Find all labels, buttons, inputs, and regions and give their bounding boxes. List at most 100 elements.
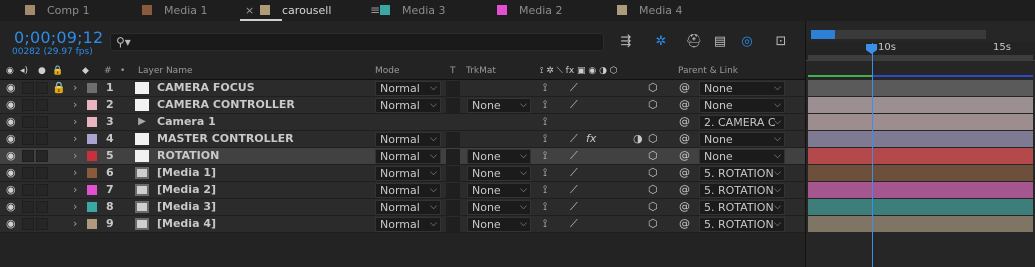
parent-pick-whip-icon[interactable]: @ — [679, 97, 690, 113]
parent-dropdown[interactable]: None ⌵ — [699, 149, 785, 164]
lock-toggle-icon[interactable]: 🔒 — [52, 80, 66, 96]
audio-toggle[interactable] — [22, 218, 34, 230]
quality-switch-icon[interactable]: ⟋ — [570, 80, 578, 96]
solo-toggle[interactable] — [36, 116, 48, 128]
track-matte-dropdown[interactable]: None ⌵ — [467, 98, 531, 113]
layer-name[interactable]: [Media 3] — [157, 199, 216, 215]
parent-pick-whip-icon[interactable]: @ — [679, 80, 690, 96]
shy-switch-icon[interactable]: ⟟ — [543, 80, 547, 96]
expand-arrow-icon[interactable]: › — [73, 114, 77, 130]
parent-pick-whip-icon[interactable]: @ — [679, 148, 690, 164]
effects-switch-icon[interactable]: fx — [586, 131, 596, 147]
solo-toggle[interactable] — [36, 99, 48, 111]
shy-layers-icon[interactable]: ⛑ — [685, 33, 703, 51]
draft-3d-icon[interactable]: ✲ — [652, 33, 670, 51]
layer-row[interactable]: ◉ › 5 ROTATION Normal ⌵ None ⌵ ⟟ ⟋ ⬡ @ None ⌵ — [0, 148, 805, 165]
3d-layer-switch-icon[interactable]: ⬡ — [648, 182, 658, 198]
track-matte-dropdown[interactable]: None ⌵ — [467, 166, 531, 181]
parent-dropdown[interactable]: None ⌵ — [699, 98, 785, 113]
blend-mode-dropdown[interactable]: Normal ⌵ — [375, 98, 441, 113]
layer-duration-bar[interactable] — [808, 131, 1033, 147]
3d-layer-switch-icon[interactable]: ⬡ — [648, 131, 658, 147]
expand-arrow-icon[interactable]: › — [73, 216, 77, 232]
shy-switch-icon[interactable]: ⟟ — [543, 165, 547, 181]
solo-toggle[interactable] — [36, 133, 48, 145]
layer-duration-bar[interactable] — [808, 97, 1033, 113]
3d-layer-switch-icon[interactable]: ⬡ — [648, 148, 658, 164]
tab-menu-icon[interactable]: ≡ — [370, 0, 380, 21]
audio-toggle[interactable] — [22, 184, 34, 196]
layer-name[interactable]: [Media 1] — [157, 165, 216, 181]
3d-layer-switch-icon[interactable]: ⬡ — [648, 80, 658, 96]
time-navigator[interactable] — [811, 30, 986, 39]
video-visibility-toggle-icon[interactable]: ◉ — [6, 80, 16, 96]
label-color-swatch[interactable] — [87, 134, 97, 144]
parent-dropdown[interactable]: 5. ROTATION ⌵ — [699, 183, 785, 198]
quality-switch-icon[interactable]: ⟋ — [570, 148, 578, 164]
parent-pick-whip-icon[interactable]: @ — [679, 131, 690, 147]
layer-row[interactable]: ◉ › 8 [Media 3] Normal ⌵ None ⌵ ⟟ ⟋ ⬡ @5. ROTATION ⌵ — [0, 199, 805, 216]
time-navigator-start-handle[interactable] — [811, 30, 835, 39]
shy-switch-icon[interactable]: ⟟ — [543, 216, 547, 232]
layer-duration-bar[interactable] — [808, 114, 1033, 130]
layer-name[interactable]: CAMERA CONTROLLER — [157, 97, 295, 113]
audio-toggle[interactable] — [22, 133, 34, 145]
video-visibility-toggle-icon[interactable]: ◉ — [6, 97, 16, 113]
parent-pick-whip-icon[interactable]: @ — [679, 199, 690, 215]
label-color-swatch[interactable] — [87, 219, 97, 229]
parent-dropdown[interactable]: None ⌵ — [699, 81, 785, 96]
video-visibility-toggle-icon[interactable]: ◉ — [6, 199, 16, 215]
playhead-line[interactable] — [872, 43, 873, 267]
blend-mode-dropdown[interactable]: Normal ⌵ — [375, 132, 441, 147]
label-color-swatch[interactable] — [87, 83, 97, 93]
solo-toggle[interactable] — [36, 201, 48, 213]
3d-layer-switch-icon[interactable]: ⬡ — [648, 216, 658, 232]
preserve-transparency-toggle[interactable] — [446, 98, 460, 113]
shy-switch-icon[interactable]: ⟟ — [543, 97, 547, 113]
layer-duration-bar[interactable] — [808, 216, 1033, 232]
audio-toggle[interactable] — [22, 201, 34, 213]
parent-pick-whip-icon[interactable]: @ — [679, 114, 690, 130]
frame-blending-icon[interactable]: ▤ — [711, 33, 729, 51]
layer-name[interactable]: Camera 1 — [157, 114, 216, 130]
layer-duration-bar[interactable] — [808, 148, 1033, 164]
layer-duration-bar[interactable] — [808, 199, 1033, 215]
video-visibility-toggle-icon[interactable]: ◉ — [6, 148, 16, 164]
expand-arrow-icon[interactable]: › — [73, 97, 77, 113]
solo-toggle[interactable] — [36, 218, 48, 230]
layer-name[interactable]: [Media 4] — [157, 216, 216, 232]
parent-dropdown[interactable]: None ⌵ — [699, 132, 785, 147]
comp-mini-flowchart-icon[interactable]: ⇶ — [617, 33, 635, 51]
layer-row[interactable]: ◉ 🔒 › 1 CAMERA FOCUS Normal ⌵ ⟟ ⟋ ⬡ @ None ⌵ — [0, 80, 805, 97]
quality-switch-icon[interactable]: ⟋ — [570, 97, 578, 113]
quality-switch-icon[interactable]: ⟋ — [570, 216, 578, 232]
shy-switch-icon[interactable]: ⟟ — [543, 199, 547, 215]
audio-toggle[interactable] — [22, 150, 34, 162]
layer-row[interactable]: ◉ › 6 [Media 1] Normal ⌵ None ⌵ ⟟ ⟋ ⬡ @5. ROTATION ⌵ — [0, 165, 805, 182]
audio-toggle[interactable] — [22, 167, 34, 179]
solo-toggle[interactable] — [36, 167, 48, 179]
preserve-transparency-toggle[interactable] — [446, 217, 460, 232]
audio-toggle[interactable] — [22, 116, 34, 128]
parent-pick-whip-icon[interactable]: @ — [679, 182, 690, 198]
layer-duration-bar[interactable] — [808, 80, 1033, 96]
preserve-transparency-toggle[interactable] — [446, 132, 460, 147]
expand-arrow-icon[interactable]: › — [73, 165, 77, 181]
quality-switch-icon[interactable]: ⟋ — [570, 131, 578, 147]
blend-mode-dropdown[interactable]: Normal ⌵ — [375, 217, 441, 232]
parent-pick-whip-icon[interactable]: @ — [679, 165, 690, 181]
quality-switch-icon[interactable]: ⟋ — [570, 165, 578, 181]
solo-toggle[interactable] — [36, 184, 48, 196]
parent-dropdown[interactable]: 2. CAMERA C ⌵ — [699, 115, 785, 130]
current-time-display[interactable]: 0;00;09;12 — [14, 28, 103, 47]
layer-duration-bar[interactable] — [808, 165, 1033, 181]
adjustment-layer-icon[interactable]: ◑ — [633, 131, 643, 147]
3d-layer-switch-icon[interactable]: ⬡ — [648, 165, 658, 181]
layer-duration-bar[interactable] — [808, 182, 1033, 198]
expand-arrow-icon[interactable]: › — [73, 131, 77, 147]
3d-layer-switch-icon[interactable]: ⬡ — [648, 97, 658, 113]
video-visibility-toggle-icon[interactable]: ◉ — [6, 165, 16, 181]
solo-toggle[interactable] — [36, 150, 48, 162]
shy-switch-icon[interactable]: ⟟ — [543, 182, 547, 198]
shy-switch-icon[interactable]: ⟟ — [543, 131, 547, 147]
